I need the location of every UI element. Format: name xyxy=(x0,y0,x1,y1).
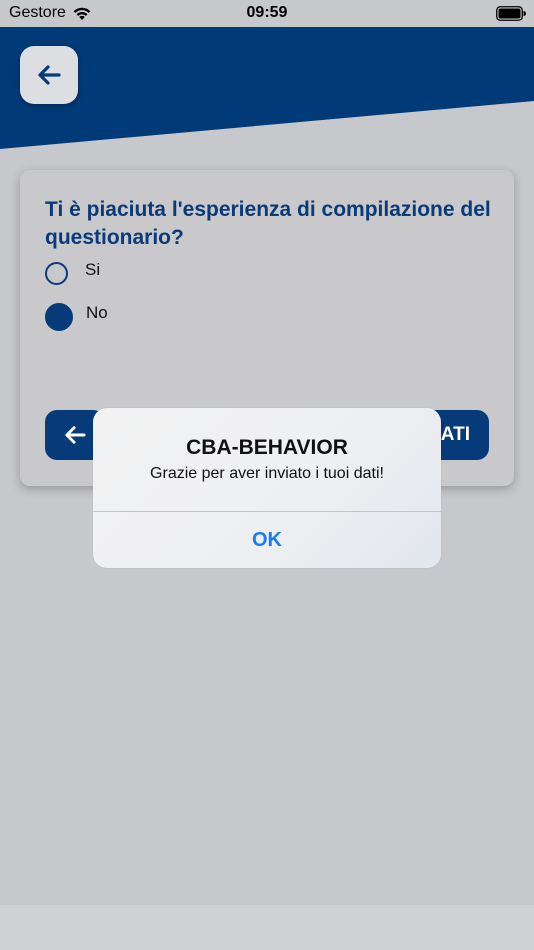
question-text: Ti è piaciuta l'esperienza di compilazio… xyxy=(45,198,491,249)
answer-option-si[interactable]: Si xyxy=(45,259,101,285)
ok-button[interactable]: OK xyxy=(93,512,441,568)
option-label: No xyxy=(86,303,108,322)
arrow-left-icon xyxy=(65,426,86,444)
status-bar: Gestore 09:59 xyxy=(0,0,534,27)
alert-dialog: CBA-BEHAVIOR Grazie per aver inviato i t… xyxy=(93,408,441,568)
alert-message: Grazie per aver inviato i tuoi dati! xyxy=(150,465,384,482)
radio-selected[interactable] xyxy=(45,303,73,331)
back-button[interactable] xyxy=(20,46,78,104)
bottom-safe-area xyxy=(0,905,534,950)
answer-option-no[interactable]: No xyxy=(45,303,108,331)
arrow-left-icon xyxy=(38,65,61,85)
alert-title: CBA-BEHAVIOR xyxy=(186,436,348,459)
battery-icon xyxy=(496,6,526,21)
header-banner xyxy=(0,27,534,149)
option-label: Si xyxy=(85,259,101,279)
clock-time: 09:59 xyxy=(246,4,288,21)
send-button-label: ATI xyxy=(440,424,470,445)
radio-unselected[interactable] xyxy=(45,262,68,285)
